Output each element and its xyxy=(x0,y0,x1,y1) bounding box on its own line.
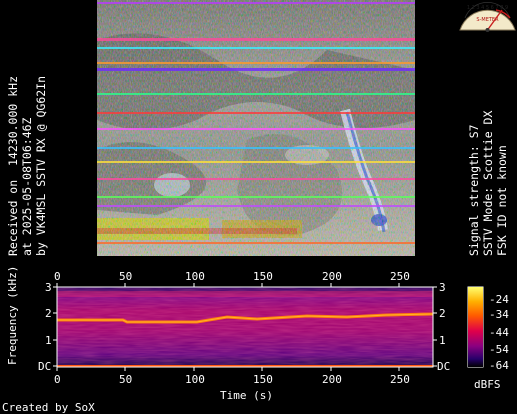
colorbar-tick: -54 xyxy=(489,343,509,356)
y-tick-right: 2 xyxy=(439,307,446,320)
y-tick-right: 1 xyxy=(439,334,446,347)
x-tick-bottom: 0 xyxy=(54,373,61,386)
reception-timestamp: at 2025-05-08T06:46Z xyxy=(20,117,34,256)
sstv-received-image xyxy=(97,0,415,256)
y-tick-right: 3 xyxy=(439,281,446,294)
x-tick-bottom: 150 xyxy=(253,373,273,386)
x-tick-top: 100 xyxy=(185,270,205,283)
colorbar-unit: dBFS xyxy=(474,378,501,391)
y-tick-left: 3 xyxy=(45,281,52,294)
signal-caption: Signal strength: S7 SSTV Mode: Scottie D… xyxy=(467,111,509,256)
reception-station: by VK4MSL SSTV RX @ QG62In xyxy=(34,75,48,256)
s-meter-icon: 1 2 3 4 5 6 7 8 9 S-METER xyxy=(459,2,516,32)
x-tick-bottom: 250 xyxy=(390,373,410,386)
y-tick-left: 2 xyxy=(45,307,52,320)
spectrogram-plot xyxy=(57,287,433,367)
x-tick-top: 250 xyxy=(390,270,410,283)
reception-caption: Received on 14230.000 kHz at 2025-05-08T… xyxy=(6,76,48,256)
credit-text: Created by SoX xyxy=(2,401,95,414)
x-axis-title: Time (s) xyxy=(220,389,273,402)
x-tick-top: 200 xyxy=(322,270,342,283)
colorbar-tick: -24 xyxy=(489,293,509,306)
reception-frequency: Received on 14230.000 kHz xyxy=(6,75,20,256)
x-tick-bottom: 100 xyxy=(185,373,205,386)
x-tick-top: 150 xyxy=(253,270,273,283)
colorbar-tick: -44 xyxy=(489,326,509,339)
fsk-id: FSK ID not known xyxy=(495,145,509,256)
y-tick-left: DC xyxy=(38,360,52,373)
y-tick-right: DC xyxy=(437,360,451,373)
colorbar xyxy=(468,287,483,367)
x-tick-bottom: 50 xyxy=(119,373,133,386)
y-axis-title: Frequency (kHz) xyxy=(6,265,19,365)
colorbar-tick: -34 xyxy=(489,308,509,321)
y-tick-left: 1 xyxy=(45,334,52,347)
x-tick-top: 50 xyxy=(119,270,133,283)
signal-strength: Signal strength: S7 xyxy=(467,124,481,256)
colorbar-tick: -64 xyxy=(489,359,509,372)
x-tick-top: 0 xyxy=(54,270,61,283)
x-tick-bottom: 200 xyxy=(322,373,342,386)
sstv-mode: SSTV Mode: Scottie DX xyxy=(481,110,495,256)
